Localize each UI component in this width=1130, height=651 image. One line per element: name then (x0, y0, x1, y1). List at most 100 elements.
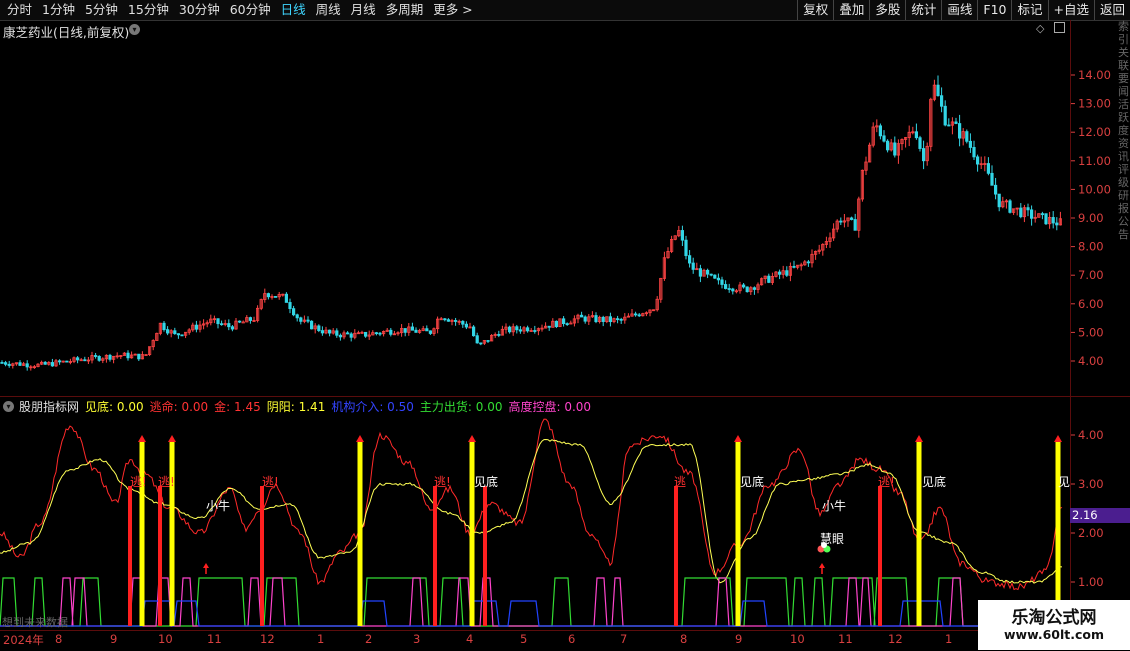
candle-body (637, 314, 641, 317)
candle-body (691, 262, 695, 270)
indicator-value-kongpan: 高度控盘: 0.00 (508, 399, 592, 414)
date-label: 9 (110, 632, 118, 646)
candle-body (479, 342, 483, 345)
indicator-value-jin: 金: 1.45 (214, 399, 261, 414)
chart-canvas[interactable]: 14.0013.0012.0011.0010.009.008.007.006.0… (0, 0, 1130, 650)
candle-body (317, 325, 321, 331)
candle-body (507, 326, 512, 333)
candle-body (594, 315, 598, 323)
candle-body (634, 313, 638, 316)
candle-body (7, 363, 11, 366)
candle-body (295, 314, 299, 319)
candle-body (237, 320, 242, 323)
date-label: 6 (568, 632, 576, 646)
bottom-signal-bar (139, 440, 145, 626)
candle-body (165, 329, 170, 334)
date-label: 1 (945, 632, 953, 646)
candle-body (471, 326, 476, 337)
candle-body (461, 320, 465, 325)
signal-annotation: 见底 (740, 474, 764, 489)
signal-annotation: 小牛 (822, 498, 846, 513)
candle-body (403, 328, 407, 333)
candle-body (922, 148, 926, 162)
candle-body (291, 308, 296, 316)
candle-body (742, 284, 746, 288)
candle-body (137, 353, 141, 360)
candle-body (778, 271, 782, 275)
date-label: 8 (680, 632, 688, 646)
indicator-value-jiandi: 见底: 0.00 (85, 399, 144, 414)
candle-body (968, 140, 973, 148)
candle-body (518, 329, 523, 332)
date-label: 10 (158, 632, 173, 646)
date-label: 12 (888, 632, 903, 646)
candle-body (320, 330, 325, 334)
candle-body (752, 287, 757, 290)
candle-body (619, 318, 623, 321)
candle-body (241, 321, 245, 324)
candle-body (97, 356, 101, 361)
indicator-header: ▾ 股朋指标网 见底: 0.00 逃命: 0.00 金: 1.45 阴阳: 1.… (0, 397, 1070, 415)
price-tick-label: 10.00 (1078, 182, 1111, 196)
candle-body (882, 135, 886, 142)
candle-body (994, 184, 998, 195)
up-arrow-icon (915, 435, 923, 442)
candle-body (497, 334, 501, 336)
candle-body (785, 270, 789, 276)
candle-body (299, 317, 303, 322)
candle-body (363, 331, 368, 337)
candle-body (616, 318, 620, 321)
up-arrow-icon (203, 563, 209, 568)
candle-body (886, 140, 890, 151)
candle-body (266, 293, 271, 298)
price-tick-label: 12.00 (1078, 125, 1111, 139)
chevron-down-icon[interactable]: ▾ (3, 400, 14, 412)
date-label: 8 (55, 632, 63, 646)
candle-body (745, 286, 749, 293)
up-arrow-icon (468, 435, 476, 442)
candle-body (335, 330, 339, 336)
candle-body (309, 320, 314, 330)
date-label: 12 (260, 632, 275, 646)
escape-signal-bar (483, 486, 487, 626)
side-info-strip[interactable]: 索引关联要闻活跃度资讯评级研报公告 (1118, 20, 1130, 398)
date-label: 2 (365, 632, 373, 646)
candle-body (947, 124, 951, 127)
indicator-title: 股朋指标网 (19, 399, 80, 414)
indicator-value-zhuli: 主力出货: 0.00 (419, 399, 503, 414)
indicator-value-yinyang: 阴阳: 1.41 (266, 399, 326, 414)
candle-body (94, 355, 98, 357)
candle-body (526, 327, 530, 332)
candle-body (986, 163, 991, 174)
signal-annotation: 见 (1058, 475, 1070, 489)
candle-body (389, 329, 393, 335)
candle-body (893, 142, 897, 156)
candle-body (338, 334, 343, 338)
candle-body (562, 318, 566, 324)
candle-body (706, 269, 710, 275)
candle-body (918, 137, 922, 149)
candle-body (716, 277, 721, 281)
candle-body (219, 323, 224, 326)
watermark-title: 乐淘公式网 (1011, 608, 1097, 628)
candle-body (25, 363, 29, 368)
axis-divider (1070, 20, 1071, 630)
date-axis: 2024年 8 9 10 11 12 1 2 3 4 5 6 7 8 9 10 … (0, 630, 1130, 651)
candle-body (580, 314, 584, 318)
escape-signal-bar (878, 486, 882, 626)
candle-body (940, 95, 944, 107)
candle-body (680, 230, 685, 241)
candle-body (731, 288, 735, 292)
price-tick-label: 13.00 (1078, 97, 1111, 111)
candle-body (284, 293, 289, 303)
up-arrow-icon (138, 435, 146, 442)
escape-signal-bar (260, 486, 264, 626)
candle-body (374, 332, 379, 335)
candle-body (273, 296, 278, 298)
date-label: 7 (620, 632, 628, 646)
candle-body (997, 193, 1001, 208)
candle-body (486, 340, 490, 342)
candle-body (306, 319, 310, 322)
candle-body (709, 273, 713, 276)
candle-body (76, 357, 80, 361)
